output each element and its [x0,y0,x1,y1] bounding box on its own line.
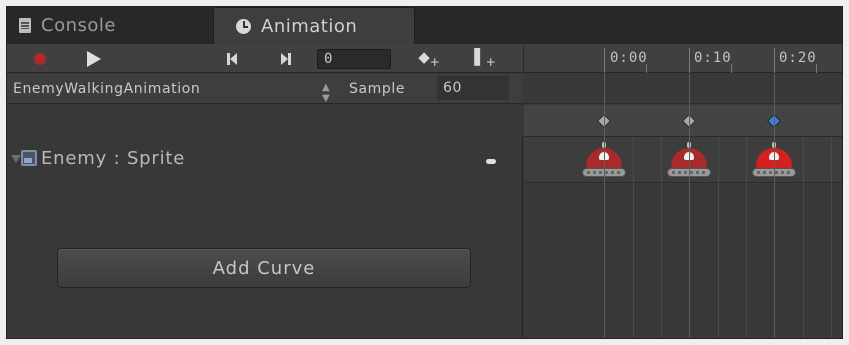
play-icon [87,50,101,67]
animation-window: Console Animation 0 ◆+ ▌+ 0:00 0:10 0:20… [6,6,843,339]
timeline-gridline [803,137,804,338]
timeline-gridline [604,74,605,338]
ruler-tick [816,64,817,73]
previous-keyframe-icon [227,52,237,65]
time-ruler[interactable]: 0:00 0:10 0:20 [524,44,842,73]
sprite-renderer-icon [21,150,37,166]
ruler-tick [774,48,775,73]
clip-dropdown[interactable]: EnemyWalkingAnimation [7,74,342,104]
add-event-button[interactable]: ▌+ [467,44,503,73]
ruler-label: 0:20 [779,50,817,66]
timeline-gridline [718,137,719,338]
tab-animation-label: Animation [261,16,358,37]
play-button[interactable] [79,44,109,73]
ruler-tick [604,48,605,73]
remove-property-icon[interactable] [486,159,496,164]
tab-animation[interactable]: Animation [213,7,415,45]
property-label: Enemy : Sprite [41,148,186,169]
dopesheet-timeline[interactable] [524,74,842,338]
timeline-gridline [661,137,662,338]
curves-panel: EnemyWalkingAnimation ▲ ▼ Sample 60 Enemy… [7,74,523,338]
timeline-gridline [774,74,775,338]
add-event-icon: ▌+ [474,48,496,69]
add-keyframe-icon: ◆+ [418,48,440,69]
foldout-arrow-icon[interactable] [11,155,21,163]
ruler-label: 0:00 [610,50,648,66]
record-button[interactable] [25,44,55,73]
tab-console-label: Console [41,15,116,36]
console-icon [19,18,31,33]
next-keyframe-icon [281,52,291,65]
animation-toolbar: 0 ◆+ ▌+ 0:00 0:10 0:20 [7,44,842,73]
ruler-label: 0:10 [694,50,732,66]
previous-keyframe-button[interactable] [217,44,247,73]
ruler-tick [689,48,690,73]
property-row[interactable]: Enemy : Sprite [7,137,523,183]
tab-console[interactable]: Console [7,7,207,44]
sample-label: Sample [349,81,406,97]
event-row-spacer [7,105,523,137]
timeline-keyframe-row[interactable] [524,105,842,137]
current-frame-field[interactable]: 0 [317,49,391,69]
timeline-empty-area [524,184,842,338]
timeline-gridline [831,137,832,338]
timeline-sprite-row[interactable] [524,137,842,183]
dropdown-arrows-icon: ▲ ▼ [322,82,330,104]
tab-bar: Console Animation [7,7,842,45]
timeline-clip-row [524,74,842,104]
timeline-gridline [689,74,690,338]
ruler-tick [646,64,647,73]
record-icon [34,52,46,65]
add-keyframe-button[interactable]: ◆+ [411,44,447,73]
add-curve-button[interactable]: Add Curve [57,248,471,288]
sample-rate-field[interactable]: 60 [437,76,509,100]
clip-row: EnemyWalkingAnimation ▲ ▼ Sample 60 [7,74,523,104]
timeline-gridline [746,137,747,338]
ruler-tick [731,64,732,73]
clip-name: EnemyWalkingAnimation [13,81,201,97]
timeline-gridline [633,137,634,338]
next-keyframe-button[interactable] [271,44,301,73]
clock-icon [236,19,251,34]
